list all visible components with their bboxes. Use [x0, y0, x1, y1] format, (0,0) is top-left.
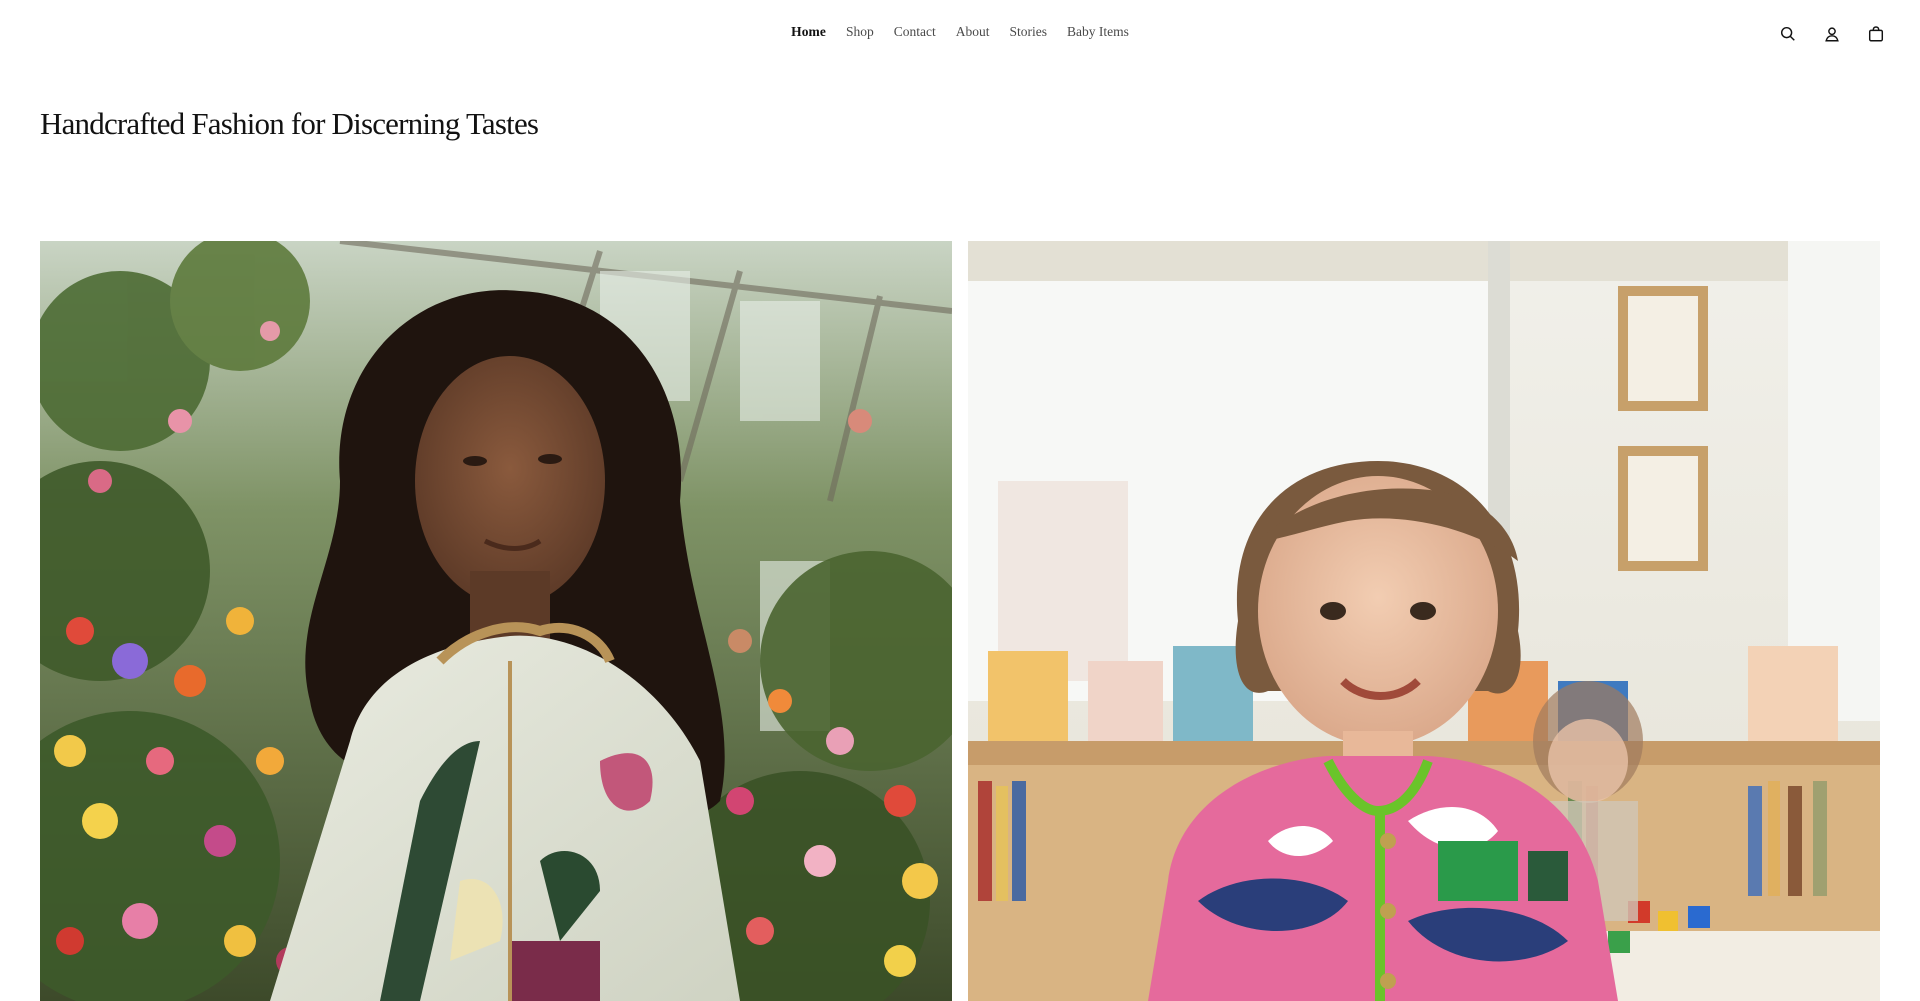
photo-woman-greenhouse [40, 241, 952, 1001]
nav-item-contact[interactable]: Contact [884, 22, 946, 42]
nav-item-baby-items[interactable]: Baby Items [1057, 22, 1139, 42]
search-button[interactable] [1776, 22, 1800, 46]
gallery-image-child[interactable] [968, 241, 1880, 1001]
gallery-image-woman[interactable] [40, 241, 952, 1001]
account-button[interactable] [1820, 22, 1844, 46]
nav-item-home[interactable]: Home [781, 22, 836, 42]
search-icon [1780, 26, 1795, 41]
nav-item-stories[interactable]: Stories [1000, 22, 1058, 42]
cart-button[interactable] [1864, 22, 1888, 46]
account-icon [1825, 27, 1839, 42]
page-title: Handcrafted Fashion for Discerning Taste… [40, 106, 539, 141]
image-gallery [40, 241, 1880, 1001]
header-icons [1776, 22, 1888, 46]
nav-item-about[interactable]: About [946, 22, 1000, 42]
nav-item-shop[interactable]: Shop [836, 22, 884, 42]
main-nav: Home Shop Contact About Stories Baby Ite… [0, 22, 1920, 42]
site-header: Home Shop Contact About Stories Baby Ite… [0, 0, 1920, 64]
cart-icon [1868, 26, 1884, 42]
photo-child-classroom [968, 241, 1880, 1001]
